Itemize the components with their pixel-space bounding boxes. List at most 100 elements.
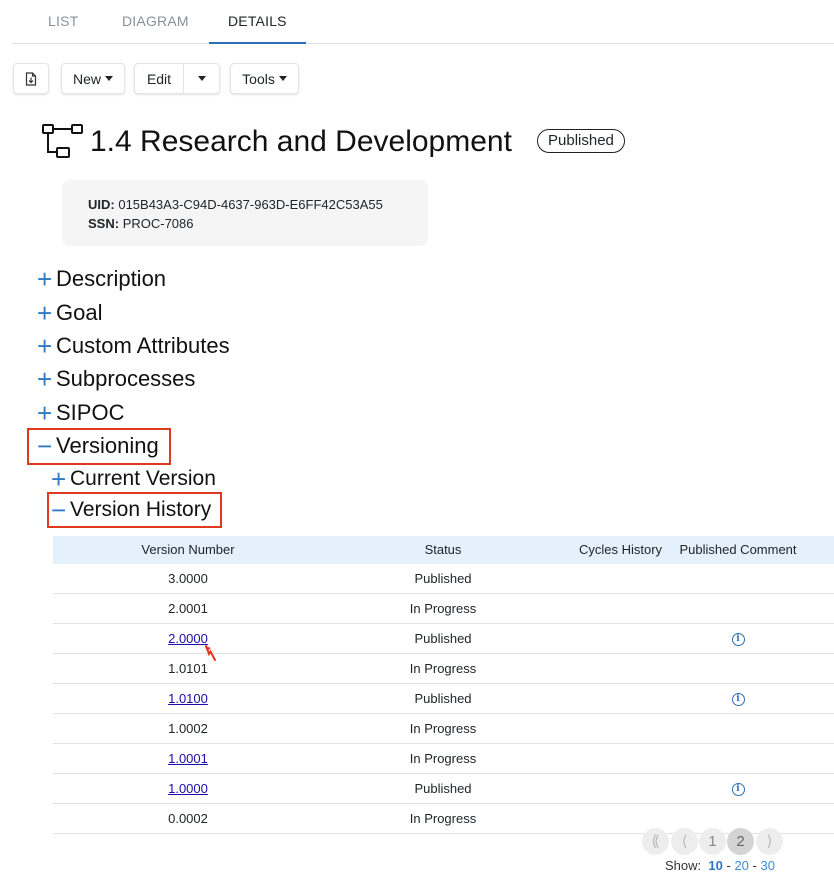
- tab-bar: LIST DIAGRAM DETAILS: [12, 0, 834, 44]
- section-custom-attributes[interactable]: + Custom Attributes: [37, 332, 230, 360]
- version-link[interactable]: 1.0000: [168, 781, 208, 796]
- version-cell: 0.0002: [53, 804, 323, 833]
- status-cell: In Progress: [409, 811, 477, 826]
- section-subprocesses[interactable]: + Subprocesses: [37, 365, 195, 393]
- status-cell: Published: [414, 781, 472, 796]
- collapse-minus-icon: −: [37, 431, 53, 461]
- pagination-prev-button[interactable]: ⟨: [671, 828, 698, 855]
- info-icon[interactable]: i: [731, 693, 745, 707]
- section-label: Versioning: [56, 433, 159, 458]
- column-header-cycles-history[interactable]: Cycles History: [563, 536, 678, 564]
- table-row: 3.0000 Published: [53, 564, 834, 594]
- section-label: Goal: [56, 300, 103, 325]
- tab-list[interactable]: LIST: [48, 0, 78, 43]
- column-header-status[interactable]: Status: [343, 536, 543, 564]
- status-badge: Published: [537, 129, 625, 153]
- status-cell: Published: [414, 571, 472, 586]
- section-goal[interactable]: + Goal: [37, 299, 102, 327]
- status-cell: In Progress: [409, 661, 477, 676]
- table-row: 1.0101 In Progress: [53, 654, 834, 684]
- mouse-cursor-icon: [205, 645, 216, 661]
- version-number: 2.0001: [168, 601, 208, 616]
- status-cell: Published: [414, 691, 472, 706]
- version-cell: 3.0000: [53, 564, 323, 593]
- pagination-first-button[interactable]: ⟪: [642, 828, 669, 855]
- pagination-next-button[interactable]: ⟩: [756, 828, 783, 855]
- subsection-version-history[interactable]: − Version History: [51, 496, 211, 524]
- section-label: Description: [56, 266, 167, 291]
- chevron-down-icon: [105, 76, 113, 81]
- edit-button-label: Edit: [146, 70, 172, 87]
- published-comment-cell: i: [673, 774, 803, 803]
- section-label: SIPOC: [56, 400, 125, 425]
- edit-button[interactable]: Edit: [135, 64, 184, 93]
- section-description[interactable]: + Description: [37, 265, 166, 293]
- page-size-separator: -: [752, 858, 757, 873]
- ssn-row: SSN: PROC-7086: [88, 216, 194, 231]
- version-link[interactable]: 1.0001: [168, 751, 208, 766]
- version-cell: 1.0000: [53, 774, 323, 803]
- new-button-label: New: [72, 70, 101, 87]
- page-size-20[interactable]: 20: [734, 858, 748, 873]
- expand-plus-icon: +: [37, 364, 53, 394]
- version-cell: 1.0002: [53, 714, 323, 743]
- tools-dropdown-button[interactable]: Tools: [230, 63, 299, 94]
- file-export-icon: [25, 71, 37, 86]
- status-cell: In Progress: [409, 601, 477, 616]
- section-label: Subprocesses: [56, 366, 196, 391]
- table-row: 1.0100 Published i: [53, 684, 834, 714]
- expand-plus-icon: +: [37, 264, 53, 294]
- expand-plus-icon: +: [37, 398, 53, 428]
- page-size-30[interactable]: 30: [761, 858, 775, 873]
- uid-label: UID:: [88, 197, 115, 212]
- version-number: 1.0002: [168, 721, 208, 736]
- page-size-separator: -: [726, 858, 731, 873]
- show-label: Show:: [665, 858, 702, 873]
- table-row: 1.0000 Published i: [53, 774, 834, 804]
- tab-diagram[interactable]: DIAGRAM: [122, 0, 189, 43]
- edit-dropdown-toggle[interactable]: [184, 64, 219, 93]
- edit-button-group: Edit: [134, 63, 220, 94]
- uid-value: 015B43A3-C94D-4637-963D-E6FF42C53A55: [118, 197, 383, 212]
- column-header-published-comment[interactable]: Published Comment: [673, 536, 803, 564]
- version-cell: 2.0001: [53, 594, 323, 623]
- table-header: Version Number Status Cycles History Pub…: [53, 536, 834, 564]
- section-label: Current Version: [70, 467, 216, 490]
- process-tree-icon: [42, 124, 83, 158]
- section-sipoc[interactable]: + SIPOC: [37, 399, 124, 427]
- expand-plus-icon: +: [37, 298, 53, 328]
- version-cell: 2.0000: [53, 624, 323, 653]
- table-row: 1.0002 In Progress: [53, 714, 834, 744]
- version-history-table: Version Number Status Cycles History Pub…: [53, 536, 834, 834]
- expand-plus-icon: +: [37, 331, 53, 361]
- table-row: 1.0001 In Progress: [53, 744, 834, 774]
- uid-row: UID: 015B43A3-C94D-4637-963D-E6FF42C53A5…: [88, 197, 383, 212]
- column-header-version-number[interactable]: Version Number: [53, 536, 323, 564]
- page-size-10[interactable]: 10: [708, 858, 722, 873]
- version-link[interactable]: 1.0100: [168, 691, 208, 706]
- ssn-label: SSN:: [88, 216, 120, 231]
- pagination-page-2[interactable]: 2: [727, 828, 754, 855]
- version-cell: 1.0100: [53, 684, 323, 713]
- version-link[interactable]: 2.0000: [168, 631, 208, 646]
- version-number: 1.0101: [168, 661, 208, 676]
- table-body: 3.0000 Published 2.0001 In Progress 2.0000 Pu…: [53, 564, 834, 834]
- tools-button-label: Tools: [242, 70, 275, 87]
- tab-details[interactable]: DETAILS: [209, 0, 306, 44]
- version-cell: 1.0001: [53, 744, 323, 773]
- page-size-selector: Show: 10 - 20 - 30: [665, 858, 775, 873]
- published-comment-cell: i: [673, 624, 803, 653]
- subsection-current-version[interactable]: + Current Version: [51, 465, 216, 493]
- chevron-down-icon: [197, 76, 206, 81]
- new-dropdown-button[interactable]: New: [61, 63, 125, 94]
- export-button[interactable]: [13, 63, 49, 94]
- version-number: 0.0002: [168, 811, 208, 826]
- info-icon[interactable]: i: [731, 783, 745, 797]
- table-row: 2.0000 Published i: [53, 624, 834, 654]
- identifier-card: UID: 015B43A3-C94D-4637-963D-E6FF42C53A5…: [62, 180, 428, 246]
- info-icon[interactable]: i: [731, 633, 745, 647]
- section-versioning[interactable]: − Versioning: [37, 432, 159, 460]
- version-number: 3.0000: [168, 571, 208, 586]
- pagination-page-1[interactable]: 1: [699, 828, 726, 855]
- section-label: Custom Attributes: [56, 333, 230, 358]
